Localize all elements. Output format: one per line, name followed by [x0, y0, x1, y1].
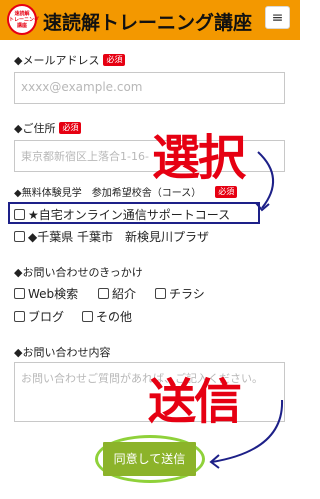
checkbox[interactable] — [14, 209, 25, 220]
checkbox[interactable] — [82, 311, 93, 322]
site-logo[interactable]: 速読解 トレーニング 講座 — [7, 4, 40, 35]
menu-button[interactable]: ≡ — [265, 6, 290, 29]
trigger-option-label: ブログ — [28, 310, 65, 324]
checkbox[interactable] — [14, 231, 25, 242]
course-option-label: ★自宅オンライン通信サポートコース — [28, 208, 231, 222]
trigger-option-label: 紹介 — [112, 287, 137, 301]
trigger-option-web[interactable]: Web検索 — [14, 285, 78, 302]
trigger-option-flyer[interactable]: チラシ — [155, 285, 205, 302]
inquiry-label: ◆お問い合わせ内容 — [14, 346, 111, 359]
submit-button[interactable]: 同意して送信 — [103, 442, 196, 476]
checkbox[interactable] — [155, 288, 166, 299]
course-option-label: ◆千葉県 千葉市 新検見川プラザ — [28, 230, 210, 244]
required-badge: 必須 — [103, 54, 126, 66]
required-badge: 必須 — [59, 122, 82, 134]
trigger-option-label: チラシ — [169, 287, 205, 301]
site-header: 速読解 トレーニング 講座 速読解トレーニング講座 ≡ — [0, 0, 300, 40]
trigger-option-other[interactable]: その他 — [82, 308, 132, 325]
checkbox[interactable] — [14, 288, 25, 299]
trigger-option-blog[interactable]: ブログ — [14, 308, 64, 325]
send-annotation: 送信 — [148, 374, 242, 430]
checkbox[interactable] — [14, 311, 25, 322]
logo-text: 速読解 トレーニング 講座 — [9, 11, 40, 29]
email-label-text: ◆メールアドレス — [14, 54, 100, 67]
site-title[interactable]: 速読解トレーニング講座 — [43, 8, 252, 35]
address-field[interactable]: 東京都新宿区上落合1-16- — [14, 140, 285, 172]
course-option-chiba[interactable]: ◆千葉県 千葉市 新検見川プラザ — [14, 228, 209, 245]
course-option-online[interactable]: ★自宅オンライン通信サポートコース — [14, 206, 230, 223]
address-label-text: ◆ご住所 — [14, 122, 56, 135]
trigger-label: ◆お問い合わせのきっかけ — [14, 266, 143, 279]
hamburger-icon: ≡ — [271, 9, 284, 26]
trigger-option-label: Web検索 — [28, 287, 79, 301]
address-label: ◆ご住所 必須 — [14, 120, 82, 136]
select-annotation: 選択 — [152, 130, 246, 186]
checkbox[interactable] — [98, 288, 109, 299]
email-label: ◆メールアドレス 必須 — [14, 52, 126, 68]
arrow-to-submit-head — [209, 454, 220, 469]
trigger-option-referral[interactable]: 紹介 — [98, 285, 136, 302]
trigger-option-label: その他 — [96, 310, 133, 324]
email-field[interactable]: xxxx@example.com — [14, 72, 285, 104]
